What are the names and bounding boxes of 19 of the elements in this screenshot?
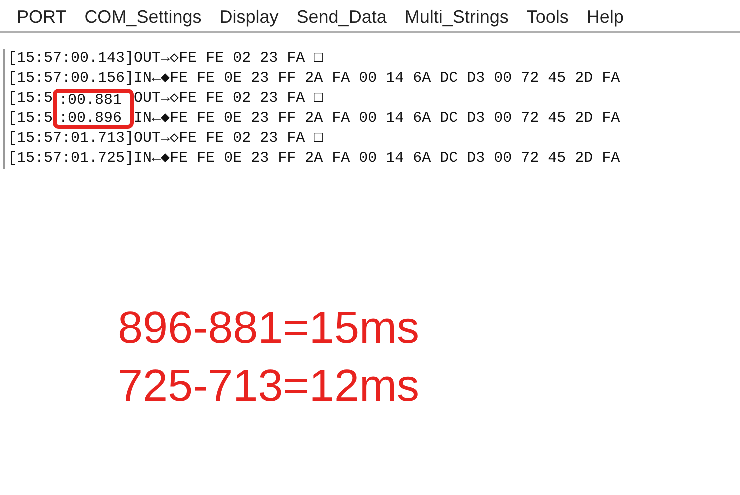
- menu-item[interactable]: Tools: [518, 0, 578, 31]
- log-line: [15:57:01.713]OUT→◇FE FE 02 23 FA □: [8, 129, 324, 149]
- menu-item[interactable]: COM_Settings: [76, 0, 211, 31]
- annotation-text: 725-713=12ms: [118, 359, 420, 413]
- log-text: [15:5: [8, 110, 54, 127]
- menu-item[interactable]: Send_Data: [288, 0, 396, 31]
- log-text: OUT→◇FE FE 02 23 FA □: [134, 90, 324, 107]
- menu-item[interactable]: Display: [210, 0, 288, 31]
- log-text: IN←◆FE FE 0E 23 FF 2A FA 00 14 6A DC D3 00 72 45 2D FA: [134, 110, 620, 127]
- menu-item[interactable]: Help: [578, 0, 633, 31]
- menu-item[interactable]: PORT: [8, 0, 76, 31]
- highlighted-timestamp: :00.896: [53, 109, 134, 129]
- log-text: [15:5: [8, 90, 54, 107]
- highlighted-timestamp: :00.881: [53, 89, 134, 109]
- menu-item[interactable]: Multi_Strings: [396, 0, 518, 31]
- log-line: [15:57:00.143]OUT→◇FE FE 02 23 FA □: [8, 49, 324, 69]
- annotation-text: 896-881=15ms: [118, 301, 420, 355]
- log-line: [15:57:00.156]IN←◆FE FE 0E 23 FF 2A FA 00 14 6A DC D3 00 72 45 2D FA: [8, 69, 620, 89]
- log-line: [15:57:01.725]IN←◆FE FE 0E 23 FF 2A FA 00 14 6A DC D3 00 72 45 2D FA: [8, 149, 620, 169]
